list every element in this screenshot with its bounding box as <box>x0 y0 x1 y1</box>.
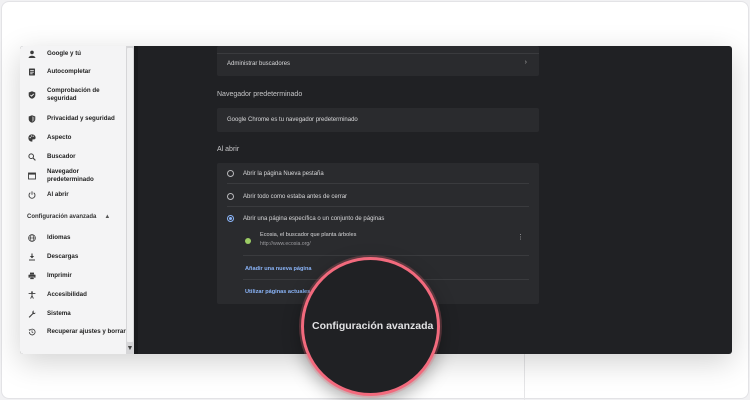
sidebar-item-search-engine[interactable]: Buscador <box>20 151 126 163</box>
option-divider <box>227 183 529 184</box>
sidebar-item-label: Navegador predeterminado <box>47 168 94 183</box>
clipboard-icon <box>27 68 36 77</box>
sidebar-item-label: Accesibilidad <box>47 291 87 298</box>
sidebar-item-appearance[interactable]: Aspecto <box>20 132 126 144</box>
shield-check-icon <box>27 91 36 100</box>
advanced-settings-button[interactable]: Configuración avanzada <box>312 320 433 332</box>
download-icon <box>27 253 36 262</box>
sidebar-item-reset[interactable]: Recuperar ajustes y borrar <box>20 326 126 338</box>
sidebar-item-accessibility[interactable]: Accesibilidad <box>20 289 126 301</box>
scrollbar-thumb[interactable] <box>127 48 133 342</box>
accessibility-icon <box>27 291 36 300</box>
divider-line <box>524 354 525 400</box>
person-icon <box>27 50 36 59</box>
sidebar-item-label: Recuperar ajustes y borrar <box>47 328 126 335</box>
scroll-down-icon[interactable]: ▼ <box>126 344 134 354</box>
power-icon <box>27 191 36 200</box>
manage-search-engines-row[interactable]: Administrar buscadores <box>227 60 290 68</box>
radio-continue[interactable] <box>227 193 234 200</box>
sidebar-item-default-browser[interactable]: Navegador predeterminado <box>20 168 126 183</box>
chevron-up-icon: ▲ <box>104 214 111 220</box>
on-startup-heading: Al abrir <box>217 146 240 153</box>
wrench-icon <box>27 310 36 319</box>
add-new-page-link[interactable]: Añadir una nueva página <box>245 266 312 272</box>
default-browser-heading: Navegador predeterminado <box>217 91 303 98</box>
more-vert-icon[interactable]: ⋮ <box>517 234 524 241</box>
sidebar-item-label: Autocompletar <box>47 68 91 75</box>
default-browser-status: Google Chrome es tu navegador predetermi… <box>227 117 358 123</box>
use-current-pages-link[interactable]: Utilizar páginas actuales <box>245 289 310 295</box>
sidebar-item-label: Buscador <box>47 153 76 160</box>
page-divider <box>243 255 529 256</box>
search-engine-card: Administrar buscadores › <box>217 46 539 76</box>
option-label[interactable]: Abrir todo como estaba antes de cerrar <box>243 193 347 201</box>
sidebar-item-downloads[interactable]: Descargas <box>20 251 126 263</box>
sidebar-item-label: Aspecto <box>47 134 72 141</box>
sidebar-item-label: Imprimir <box>47 272 72 279</box>
sidebar-item-autofill[interactable]: Autocompletar <box>20 66 126 78</box>
sidebar-item-label: Google y tú <box>47 50 82 57</box>
sidebar-item-label: Al abrir <box>47 191 69 198</box>
shield-icon <box>27 115 36 124</box>
palette-icon <box>27 134 36 143</box>
printer-icon <box>27 272 36 281</box>
startup-page-url: http://www.ecosia.org/ <box>260 241 311 247</box>
sidebar-advanced-toggle[interactable]: Configuración avanzada ▲ <box>27 214 121 220</box>
sidebar: Google y tú Autocompletar Comprobación d… <box>20 46 126 354</box>
manage-search-engines-label: Administrar buscadores <box>227 61 291 67</box>
sidebar-item-print[interactable]: Imprimir <box>20 270 126 282</box>
option-label[interactable]: Abrir la página Nueva pestaña <box>243 170 324 178</box>
startup-page-name: Ecosia, el buscador que planta árboles <box>260 232 357 238</box>
magnifier-callout: Configuración avanzada <box>301 257 440 396</box>
card-divider <box>217 53 539 54</box>
sidebar-item-languages[interactable]: Idiomas <box>20 232 126 244</box>
radio-specific-pages[interactable] <box>227 215 234 222</box>
sidebar-item-label: Comprobación de seguridad <box>47 87 100 102</box>
sidebar-advanced-label: Configuración avanzada <box>27 214 97 220</box>
ecosia-favicon-icon <box>245 238 251 244</box>
chevron-right-icon[interactable]: › <box>525 59 527 66</box>
radio-new-tab[interactable] <box>227 170 234 177</box>
sidebar-item-google[interactable]: Google y tú <box>20 48 126 60</box>
sidebar-item-label: Descargas <box>47 253 79 260</box>
sidebar-item-on-startup[interactable]: Al abrir <box>20 189 126 201</box>
sidebar-item-label: Privacidad y seguridad <box>47 115 115 122</box>
option-divider <box>227 206 529 207</box>
search-icon <box>27 153 36 162</box>
sidebar-item-safety-check[interactable]: Comprobación de seguridad <box>20 84 126 106</box>
history-icon <box>27 328 36 337</box>
sidebar-item-label: Idiomas <box>47 234 71 241</box>
globe-icon <box>27 234 36 243</box>
option-label[interactable]: Abrir una página específica o un conjunt… <box>243 215 384 223</box>
sidebar-item-label: Sistema <box>47 310 71 317</box>
default-browser-card: Google Chrome es tu navegador predetermi… <box>217 108 539 132</box>
sidebar-item-system[interactable]: Sistema <box>20 308 126 320</box>
sidebar-scrollbar[interactable]: ▼ <box>126 46 134 354</box>
browser-icon <box>27 172 36 181</box>
sidebar-item-privacy[interactable]: Privacidad y seguridad <box>20 113 126 125</box>
